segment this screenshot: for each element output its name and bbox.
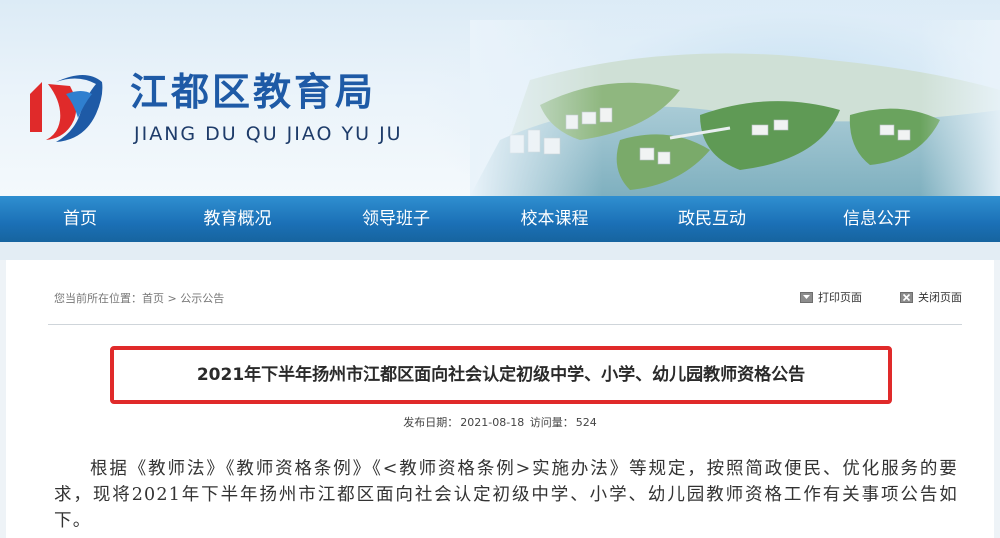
nav-item-leadership[interactable]: 领导班子 <box>315 196 477 242</box>
site-subtitle: JIANG DU QU JIAO YU JU <box>134 123 403 145</box>
article-panel: 您当前所在位置：首页 > 公示公告 打印页面 关闭页面 2021年下半年扬州市江… <box>6 260 994 538</box>
close-page-button[interactable]: 关闭页面 <box>900 289 962 305</box>
nav-item-home[interactable]: 首页 <box>0 196 160 242</box>
header-banner: 江都区教育局 JIANG DU QU JIAO YU JU <box>0 0 1000 196</box>
aerial-city-image <box>470 20 1000 196</box>
publish-date: 2021-08-18 <box>460 416 525 429</box>
breadcrumb: 您当前所在位置：首页 > 公示公告 <box>54 290 224 306</box>
print-page-label: 打印页面 <box>818 291 862 304</box>
print-icon <box>800 291 813 303</box>
page-tools: 打印页面 关闭页面 <box>762 289 962 305</box>
close-icon <box>900 291 913 303</box>
nav-item-school-curriculum[interactable]: 校本课程 <box>477 196 632 242</box>
breadcrumb-prefix: 您当前所在位置： <box>54 292 142 305</box>
header-divider <box>48 324 962 325</box>
print-page-button[interactable]: 打印页面 <box>800 289 862 305</box>
nav-item-information-disclosure[interactable]: 信息公开 <box>792 196 962 242</box>
site-title: 江都区教育局 <box>130 70 377 114</box>
article-paragraph: 根据《教师法》《教师资格条例》《<教师资格条例>实施办法》等规定，按照简政便民、… <box>54 459 958 531</box>
logo-icon <box>30 75 103 142</box>
article-meta: 发布日期： 2021-08-18 访问量： 524 <box>6 414 994 430</box>
view-count-label: 访问量： <box>529 416 574 429</box>
breadcrumb-separator: > <box>164 292 181 305</box>
nav-bottom-strip <box>0 242 1000 260</box>
main-nav: 首页 教育概况 领导班子 校本课程 政民互动 信息公开 <box>0 196 1000 242</box>
article-title: 2021年下半年扬州市江都区面向社会认定初级中学、小学、幼儿园教师资格公告 <box>196 365 806 385</box>
breadcrumb-current-link[interactable]: 公示公告 <box>180 292 224 305</box>
nav-item-education-overview[interactable]: 教育概况 <box>160 196 315 242</box>
breadcrumb-home-link[interactable]: 首页 <box>142 292 164 305</box>
view-count: 524 <box>575 416 597 429</box>
publish-date-label: 发布日期： <box>403 416 459 429</box>
close-page-label: 关闭页面 <box>918 291 962 304</box>
nav-item-public-interaction[interactable]: 政民互动 <box>632 196 792 242</box>
